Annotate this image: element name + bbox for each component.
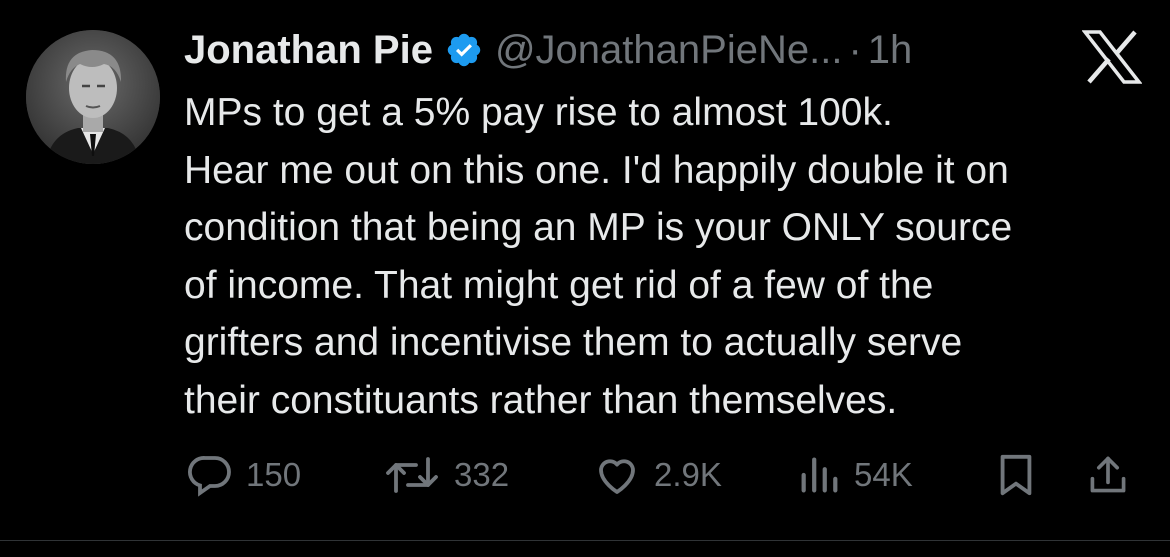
like-count: 2.9K — [654, 456, 722, 493]
tweet-text-line: grifters and incentivise them to actuall… — [184, 321, 963, 364]
author-name[interactable]: Jonathan Pie — [184, 28, 433, 73]
repost-button[interactable]: 332 — [382, 445, 509, 505]
views-icon — [796, 451, 842, 499]
views-count: 54K — [854, 456, 913, 493]
share-icon — [1086, 452, 1130, 498]
reply-button[interactable]: 150 — [186, 445, 301, 505]
heart-icon — [592, 451, 642, 499]
bookmark-button[interactable] — [996, 445, 1036, 505]
avatar[interactable] — [26, 30, 160, 164]
repost-icon — [382, 451, 442, 499]
reply-icon — [186, 451, 234, 499]
tweet-timestamp[interactable]: 1h — [868, 28, 913, 73]
action-bar: 150 332 2.9K 54K — [0, 445, 1170, 505]
tweet-text-line: Hear me out on this one. I'd happily dou… — [184, 148, 1009, 192]
tweet-text-line: of income. That might get rid of a few o… — [184, 263, 934, 307]
reply-count: 150 — [246, 456, 302, 493]
bookmark-icon — [996, 452, 1036, 498]
verified-badge-icon — [445, 31, 483, 69]
header-separator: · — [848, 27, 862, 72]
like-button[interactable]: 2.9K — [592, 445, 722, 505]
tweet-text-line: MPs to get a 5% pay rise to almost 100k. — [184, 91, 893, 134]
x-logo-icon — [1081, 30, 1143, 84]
tweet-card[interactable]: Jonathan Pie @JonathanPieNe... · 1h MPs … — [0, 0, 1170, 557]
avatar-portrait-image — [26, 30, 160, 164]
views-button[interactable]: 54K — [796, 445, 913, 505]
tweet-text: MPs to get a 5% pay rise to almost 100k.… — [184, 84, 1159, 429]
tweet-text-line: condition that being an MP is your ONLY … — [184, 206, 1013, 249]
tweet-text-line: their constituants rather than themselve… — [184, 378, 898, 422]
tweet-header: Jonathan Pie @JonathanPieNe... · 1h — [184, 22, 912, 78]
divider — [0, 540, 1170, 541]
author-handle[interactable]: @JonathanPieNe... — [495, 28, 842, 73]
share-button[interactable] — [1086, 445, 1130, 505]
repost-count: 332 — [454, 456, 510, 493]
